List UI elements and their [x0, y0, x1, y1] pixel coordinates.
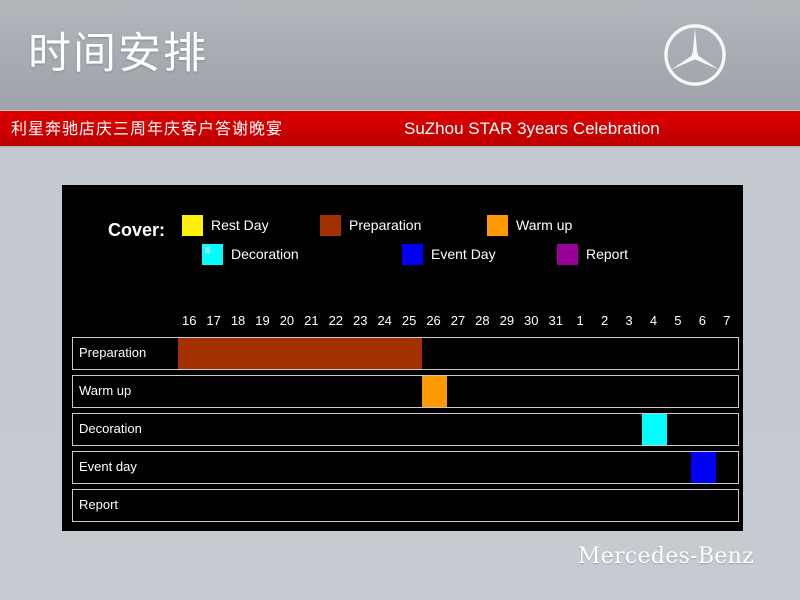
axis-tick-label: 2 [600, 313, 609, 328]
mercedes-benz-wordmark: Mercedes-Benz [577, 544, 754, 569]
axis-tick-label: 1 [576, 313, 584, 328]
legend-label: Report [586, 246, 629, 262]
axis-tick-label: 31 [548, 313, 563, 328]
axis-tick-label: 25 [401, 313, 417, 328]
gantt-row[interactable]: Warm up [72, 375, 739, 408]
legend-label: Rest Day [211, 217, 269, 233]
legend-swatch-decoration [202, 244, 223, 265]
chart-x-axis: 16 17 18 19 20 21 22 23 24 25 26 27 28 29 30 31 1 2 3 4 5 6 7 [62, 313, 743, 337]
axis-tick-label: 19 [255, 313, 270, 328]
legend-label: Event Day [431, 246, 496, 262]
gantt-bar-warm-up[interactable] [422, 376, 447, 407]
axis-tick-label: 28 [475, 313, 490, 328]
gantt-row-label: Warm up [79, 383, 132, 398]
title-banner: 利星奔驰店庆三周年庆客户答谢晚宴 SuZhou STAR 3years Cele… [0, 111, 800, 146]
axis-tick-label: 7 [723, 313, 731, 328]
axis-tick-label: 17 [206, 313, 221, 328]
axis-tick-label: 23 [353, 313, 368, 328]
gantt-row-label: Preparation [79, 345, 147, 360]
page-title: 时间安排 [28, 29, 208, 79]
axis-tick-label: 24 [377, 313, 392, 328]
legend-swatch-event-day [402, 244, 423, 265]
axis-tick-label: 27 [450, 313, 466, 328]
axis-tick-label: 5 [674, 313, 682, 328]
legend-swatch-rest-day [182, 215, 203, 236]
legend-title: Cover: [108, 220, 166, 240]
slide-header: 时间安排 [0, 0, 800, 110]
banner-english-text: SuZhou STAR 3years Celebration [404, 119, 660, 138]
gantt-bar-preparation[interactable] [178, 338, 423, 369]
axis-tick-label: 26 [426, 313, 441, 328]
axis-tick-label: 4 [649, 313, 658, 328]
axis-tick-label: 6 [698, 313, 706, 328]
axis-tick-label: 21 [304, 313, 319, 328]
legend-swatch-warm-up [487, 215, 508, 236]
axis-tick-label: 20 [279, 313, 295, 328]
axis-tick-label: 22 [328, 313, 344, 328]
gantt-row-label: Event day [79, 459, 137, 474]
axis-tick-label: 16 [181, 313, 197, 328]
legend-label: Preparation [349, 217, 422, 233]
slide-canvas: 时间安排 利星奔驰店庆三周年庆客户答谢晚宴 SuZhou STAR 3years… [0, 0, 800, 600]
gantt-row[interactable]: Report [72, 489, 739, 522]
axis-tick-label: 18 [230, 313, 246, 328]
axis-tick-label: 30 [524, 313, 539, 328]
gantt-bar-decoration[interactable] [642, 414, 667, 445]
gantt-row[interactable]: Event day [72, 451, 739, 484]
legend-swatch-preparation [320, 215, 341, 236]
swatch-highlight [205, 247, 210, 253]
legend-label: Warm up [516, 217, 573, 233]
gantt-bar-event-day[interactable] [691, 452, 716, 483]
gantt-row[interactable]: Decoration [72, 413, 739, 446]
chart-legend: Cover: Rest Day Preparation Warm up Decorat… [62, 185, 743, 293]
axis-tick-label: 29 [499, 313, 515, 328]
legend-swatch-report [557, 244, 578, 265]
gantt-row[interactable]: Preparation [72, 337, 739, 370]
axis-tick-label: 3 [625, 313, 633, 328]
gantt-rows: Preparation Warm up Decoration Event day Rep… [72, 337, 739, 527]
mercedes-star-icon [664, 24, 726, 86]
legend-label: Decoration [231, 246, 299, 262]
gantt-row-label: Report [79, 497, 119, 512]
gantt-chart: Cover: Rest Day Preparation Warm up Decorat… [62, 185, 743, 531]
gantt-row-label: Decoration [79, 421, 142, 436]
banner-chinese-text: 利星奔驰店庆三周年庆客户答谢晚宴 [11, 119, 284, 138]
